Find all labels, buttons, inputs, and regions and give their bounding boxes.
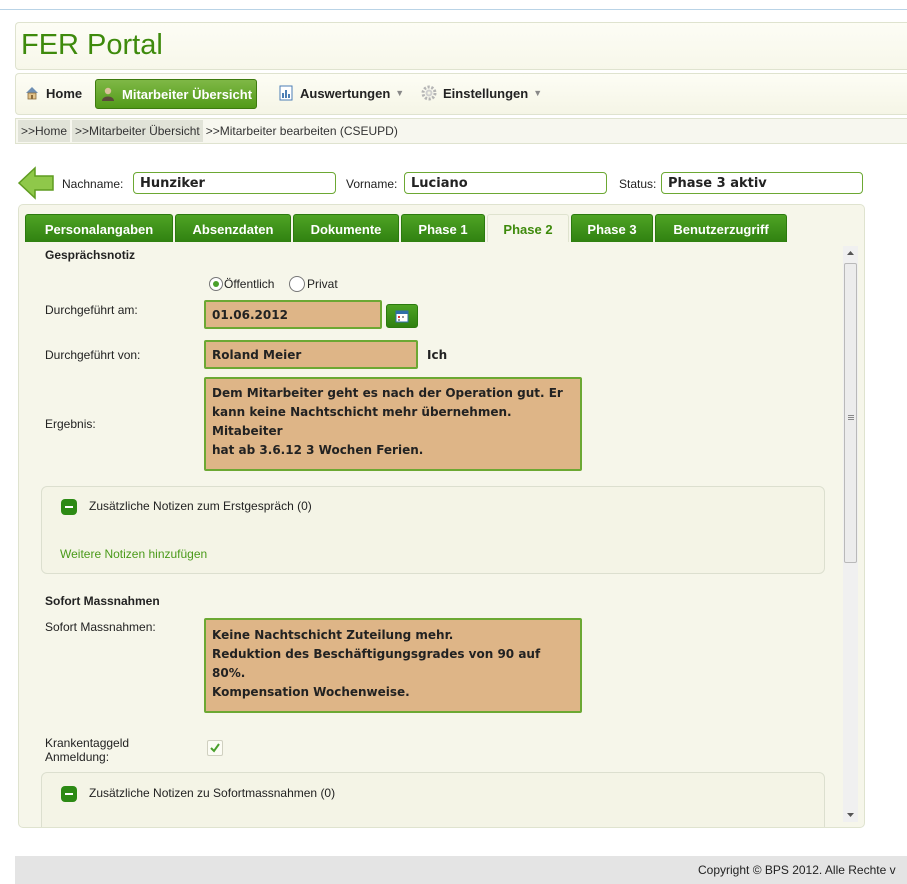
app-header: FER Portal [15, 22, 907, 70]
vorname-label: Vorname: [346, 177, 398, 191]
date-input[interactable]: 01.06.2012 [204, 300, 382, 329]
notes-erstgespraech-title: Zusätzliche Notizen zum Erstgespräch (0) [89, 499, 312, 513]
menu-mitarbeiter-uebersicht[interactable]: Mitarbeiter Übersicht [95, 79, 258, 109]
tab-benutzerzugriff[interactable]: Benutzerzugriff [655, 214, 787, 243]
tab-absenzdaten[interactable]: Absenzdaten [175, 214, 291, 243]
ergebnis-textarea[interactable]: Dem Mitarbeiter geht es nach der Operati… [204, 377, 582, 471]
krankentaggeld-checkbox[interactable] [207, 740, 223, 756]
breadcrumb-current: >>Mitarbeiter bearbeiten (CSEUPD) [205, 124, 398, 138]
durchgefuehrt-von-label: Durchgeführt von: [45, 348, 141, 362]
menu-home-label: Home [46, 85, 83, 101]
gespraechsnotiz-heading: Gesprächsnotiz [45, 248, 136, 262]
chevron-down-icon: ▼ [395, 88, 405, 98]
top-divider [0, 9, 907, 10]
grip-icon [848, 410, 854, 424]
ergebnis-line: Dem Mitarbeiter geht es nach der Operati… [212, 386, 563, 400]
add-notes-link[interactable]: Weitere Notizen hinzufügen [60, 547, 207, 561]
tab-dokumente[interactable]: Dokumente [293, 214, 399, 243]
ich-label[interactable]: Ich [427, 348, 447, 362]
tab-phase-3[interactable]: Phase 3 [571, 214, 653, 243]
vorname-field[interactable]: Luciano [404, 172, 607, 194]
nachname-label: Nachname: [62, 177, 124, 191]
footer: Copyright © BPS 2012. Alle Rechte v [15, 856, 907, 884]
copyright-text: Copyright © BPS 2012. Alle Rechte v [698, 863, 896, 877]
collapse-minus-icon[interactable] [61, 499, 77, 515]
radio-privat-label: Privat [307, 277, 338, 291]
menu-mitarbeiter-label: Mitarbeiter Übersicht [122, 86, 253, 102]
scroll-down-arrow-icon[interactable] [843, 807, 858, 822]
radio-oeffentlich[interactable] [209, 277, 223, 291]
notes-erstgespraech-box: Zusätzliche Notizen zum Erstgespräch (0)… [41, 486, 825, 574]
menu-home[interactable]: Home [20, 79, 86, 107]
sofort-line: Kompensation Wochenweise. [212, 685, 410, 699]
durchgefuehrt-am-label: Durchgeführt am: [45, 303, 138, 317]
tab-phase-2[interactable]: Phase 2 [487, 214, 569, 243]
sofort-line: Reduktion des Beschäftigungsgrades von 9… [212, 647, 541, 680]
tab-bar: Personalangaben Absenzdaten Dokumente Ph… [18, 204, 865, 243]
notes-sofortmassnahmen-title: Zusätzliche Notizen zu Sofortmassnahmen … [89, 786, 336, 800]
scroll-up-arrow-icon[interactable] [843, 246, 858, 261]
phase-2-panel: Gesprächsnotiz Öffentlich Privat Durchge… [18, 242, 865, 828]
notes-sofortmassnahmen-box: Zusätzliche Notizen zu Sofortmassnahmen … [41, 772, 825, 827]
status-field[interactable]: Phase 3 aktiv [661, 172, 863, 194]
main-menu: Home Mitarbeiter Übersicht Auswertungen … [15, 73, 907, 115]
status-label: Status: [619, 177, 657, 191]
ergebnis-line: kann keine Nachtschicht mehr übernehmen.… [212, 405, 512, 438]
calendar-icon [395, 309, 409, 326]
report-icon [278, 85, 294, 101]
sofort-massnahmen-heading: Sofort Massnahmen [45, 594, 160, 608]
krankentaggeld-label-line2: Anmeldung: [45, 750, 110, 764]
panel-scrollbar[interactable] [843, 246, 858, 822]
home-icon [24, 85, 40, 101]
tab-personalangaben[interactable]: Personalangaben [25, 214, 173, 243]
gear-icon [421, 85, 437, 101]
ergebnis-line: hat ab 3.6.12 3 Wochen Ferien. [212, 443, 424, 457]
sofort-massnahmen-textarea[interactable]: Keine Nachtschicht Zuteilung mehr. Reduk… [204, 618, 582, 713]
menu-auswertungen-label: Auswertungen [300, 85, 391, 101]
menu-auswertungen[interactable]: Auswertungen ▼ [274, 79, 408, 107]
back-arrow-icon[interactable] [17, 166, 55, 200]
ergebnis-label: Ergebnis: [45, 417, 96, 431]
checkmark-icon [209, 742, 221, 757]
menu-einstellungen[interactable]: Einstellungen ▼ [417, 79, 546, 107]
menu-einstellungen-label: Einstellungen [443, 85, 529, 101]
user-icon [100, 86, 116, 102]
radio-privat[interactable] [289, 276, 305, 292]
chevron-down-icon: ▼ [533, 88, 543, 98]
breadcrumb: >>Home >>Mitarbeiter Übersicht >>Mitarbe… [15, 118, 907, 144]
calendar-button[interactable] [386, 304, 418, 328]
durchgefuehrt-von-field[interactable]: Roland Meier [204, 340, 418, 369]
radio-oeffentlich-label: Öffentlich [224, 277, 275, 291]
collapse-minus-icon[interactable] [61, 786, 77, 802]
sofort-massnahmen-label: Sofort Massnahmen: [45, 620, 156, 634]
nachname-field[interactable]: Hunziker [133, 172, 336, 194]
sofort-line: Keine Nachtschicht Zuteilung mehr. [212, 628, 454, 642]
scrollbar-thumb[interactable] [844, 263, 857, 563]
krankentaggeld-label-line1: Krankentaggeld [45, 736, 130, 750]
app-title: FER Portal [21, 29, 163, 61]
breadcrumb-home[interactable]: >>Home [18, 120, 71, 142]
tab-phase-1[interactable]: Phase 1 [401, 214, 485, 243]
breadcrumb-mitarbeiter-uebersicht[interactable]: >>Mitarbeiter Übersicht [72, 120, 203, 142]
